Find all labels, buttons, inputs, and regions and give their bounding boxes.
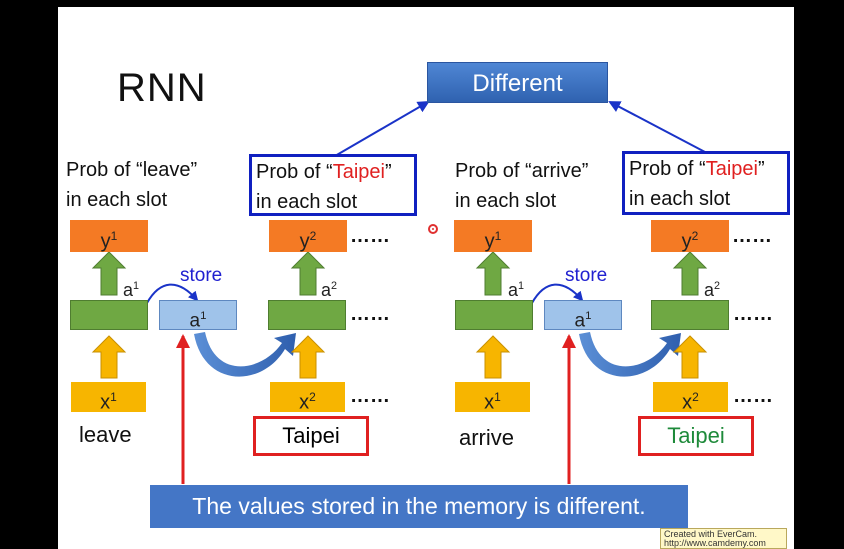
output-y2-left: y2 [269,220,347,253]
output-y1-left: y1 [70,220,148,253]
ellipsis-x-right: …… [733,385,773,407]
memory-difference-banner: The values stored in the memory is diffe… [150,485,688,528]
hidden-a1-label-left: a1 [123,280,140,300]
hidden-layer-1-left [70,300,148,330]
memory-cell-right: a1 [544,300,622,331]
up-arrow-x-to-h-3 [475,335,511,379]
output-y2-right: y2 [651,220,729,253]
watermark-line2: http://www.camdemy.com [664,538,766,548]
prob-taipei-city-right: Taipei [705,158,758,180]
prob-taipei-city: Taipei [332,161,385,183]
up-arrow-x-to-h-2 [290,335,326,379]
prob-taipei-post-right: ” [757,158,765,180]
memory-cell-left: a1 [159,300,237,331]
prob-taipei-post: ” [384,161,392,183]
prob-taipei-box-left: Prob of “Taipei” in each slot [249,154,417,216]
prob-leave-line2: in each slot [66,189,168,211]
word-leave: leave [79,422,132,447]
store-label-right: store [565,265,608,286]
ellipsis-h-right: …… [733,303,773,325]
ellipsis-y-left: …… [350,225,390,247]
up-arrow-h-to-y-4 [672,251,708,296]
ellipsis-x-left: …… [350,385,390,407]
prob-arrive-label: Prob of “arrive” in each slot [455,156,588,216]
up-arrow-h-to-y-2 [290,251,326,296]
prob-taipei-line2-right: in each slot [629,188,731,210]
memory-to-hidden-right [579,332,681,377]
hidden-a2-label-left: a2 [321,280,338,300]
arrow-right-to-different [608,101,706,153]
prob-arrive-line2: in each slot [455,190,557,212]
word-taipei-left: Taipei [253,416,369,456]
store-label-left: store [180,265,223,286]
prob-taipei-pre-right: Prob of “ [629,158,706,180]
input-x1-left: x1 [71,382,146,414]
input-x1-right: x1 [455,382,530,414]
word-taipei-right: Taipei [638,416,754,456]
hidden-layer-2-left [268,300,346,330]
hidden-a2-label-right: a2 [704,280,721,300]
prob-leave-line1: Prob of “leave” [66,159,198,181]
up-arrow-x-to-h-1 [91,335,127,379]
slide-title: RNN [117,66,207,110]
hidden-layer-2-right [651,300,729,330]
prob-taipei-box-right: Prob of “Taipei” in each slot [622,151,790,215]
output-y1-right: y1 [454,220,532,253]
up-arrow-h-to-y-3 [475,251,511,296]
prob-arrive-line1: Prob of “arrive” [455,160,589,182]
prob-taipei-pre: Prob of “ [256,161,333,183]
evercam-watermark: Created with EverCam. http://www.camdemy… [660,528,787,549]
ellipsis-y-right: …… [732,225,772,247]
ellipsis-h-left: …… [350,303,390,325]
arrow-left-to-different [334,100,430,157]
hidden-a1-label-right: a1 [508,280,525,300]
word-arrive: arrive [459,425,515,450]
prob-taipei-line2: in each slot [256,191,358,213]
input-x2-right: x2 [653,382,728,414]
hidden-layer-1-right [455,300,533,330]
up-arrow-h-to-y-1 [91,251,127,296]
memory-to-hidden-left [194,332,296,377]
input-x2-left: x2 [270,382,345,414]
different-box: Different [427,62,608,103]
prob-leave-label: Prob of “leave” in each slot [66,155,197,215]
pointer-cursor-icon [428,224,438,234]
